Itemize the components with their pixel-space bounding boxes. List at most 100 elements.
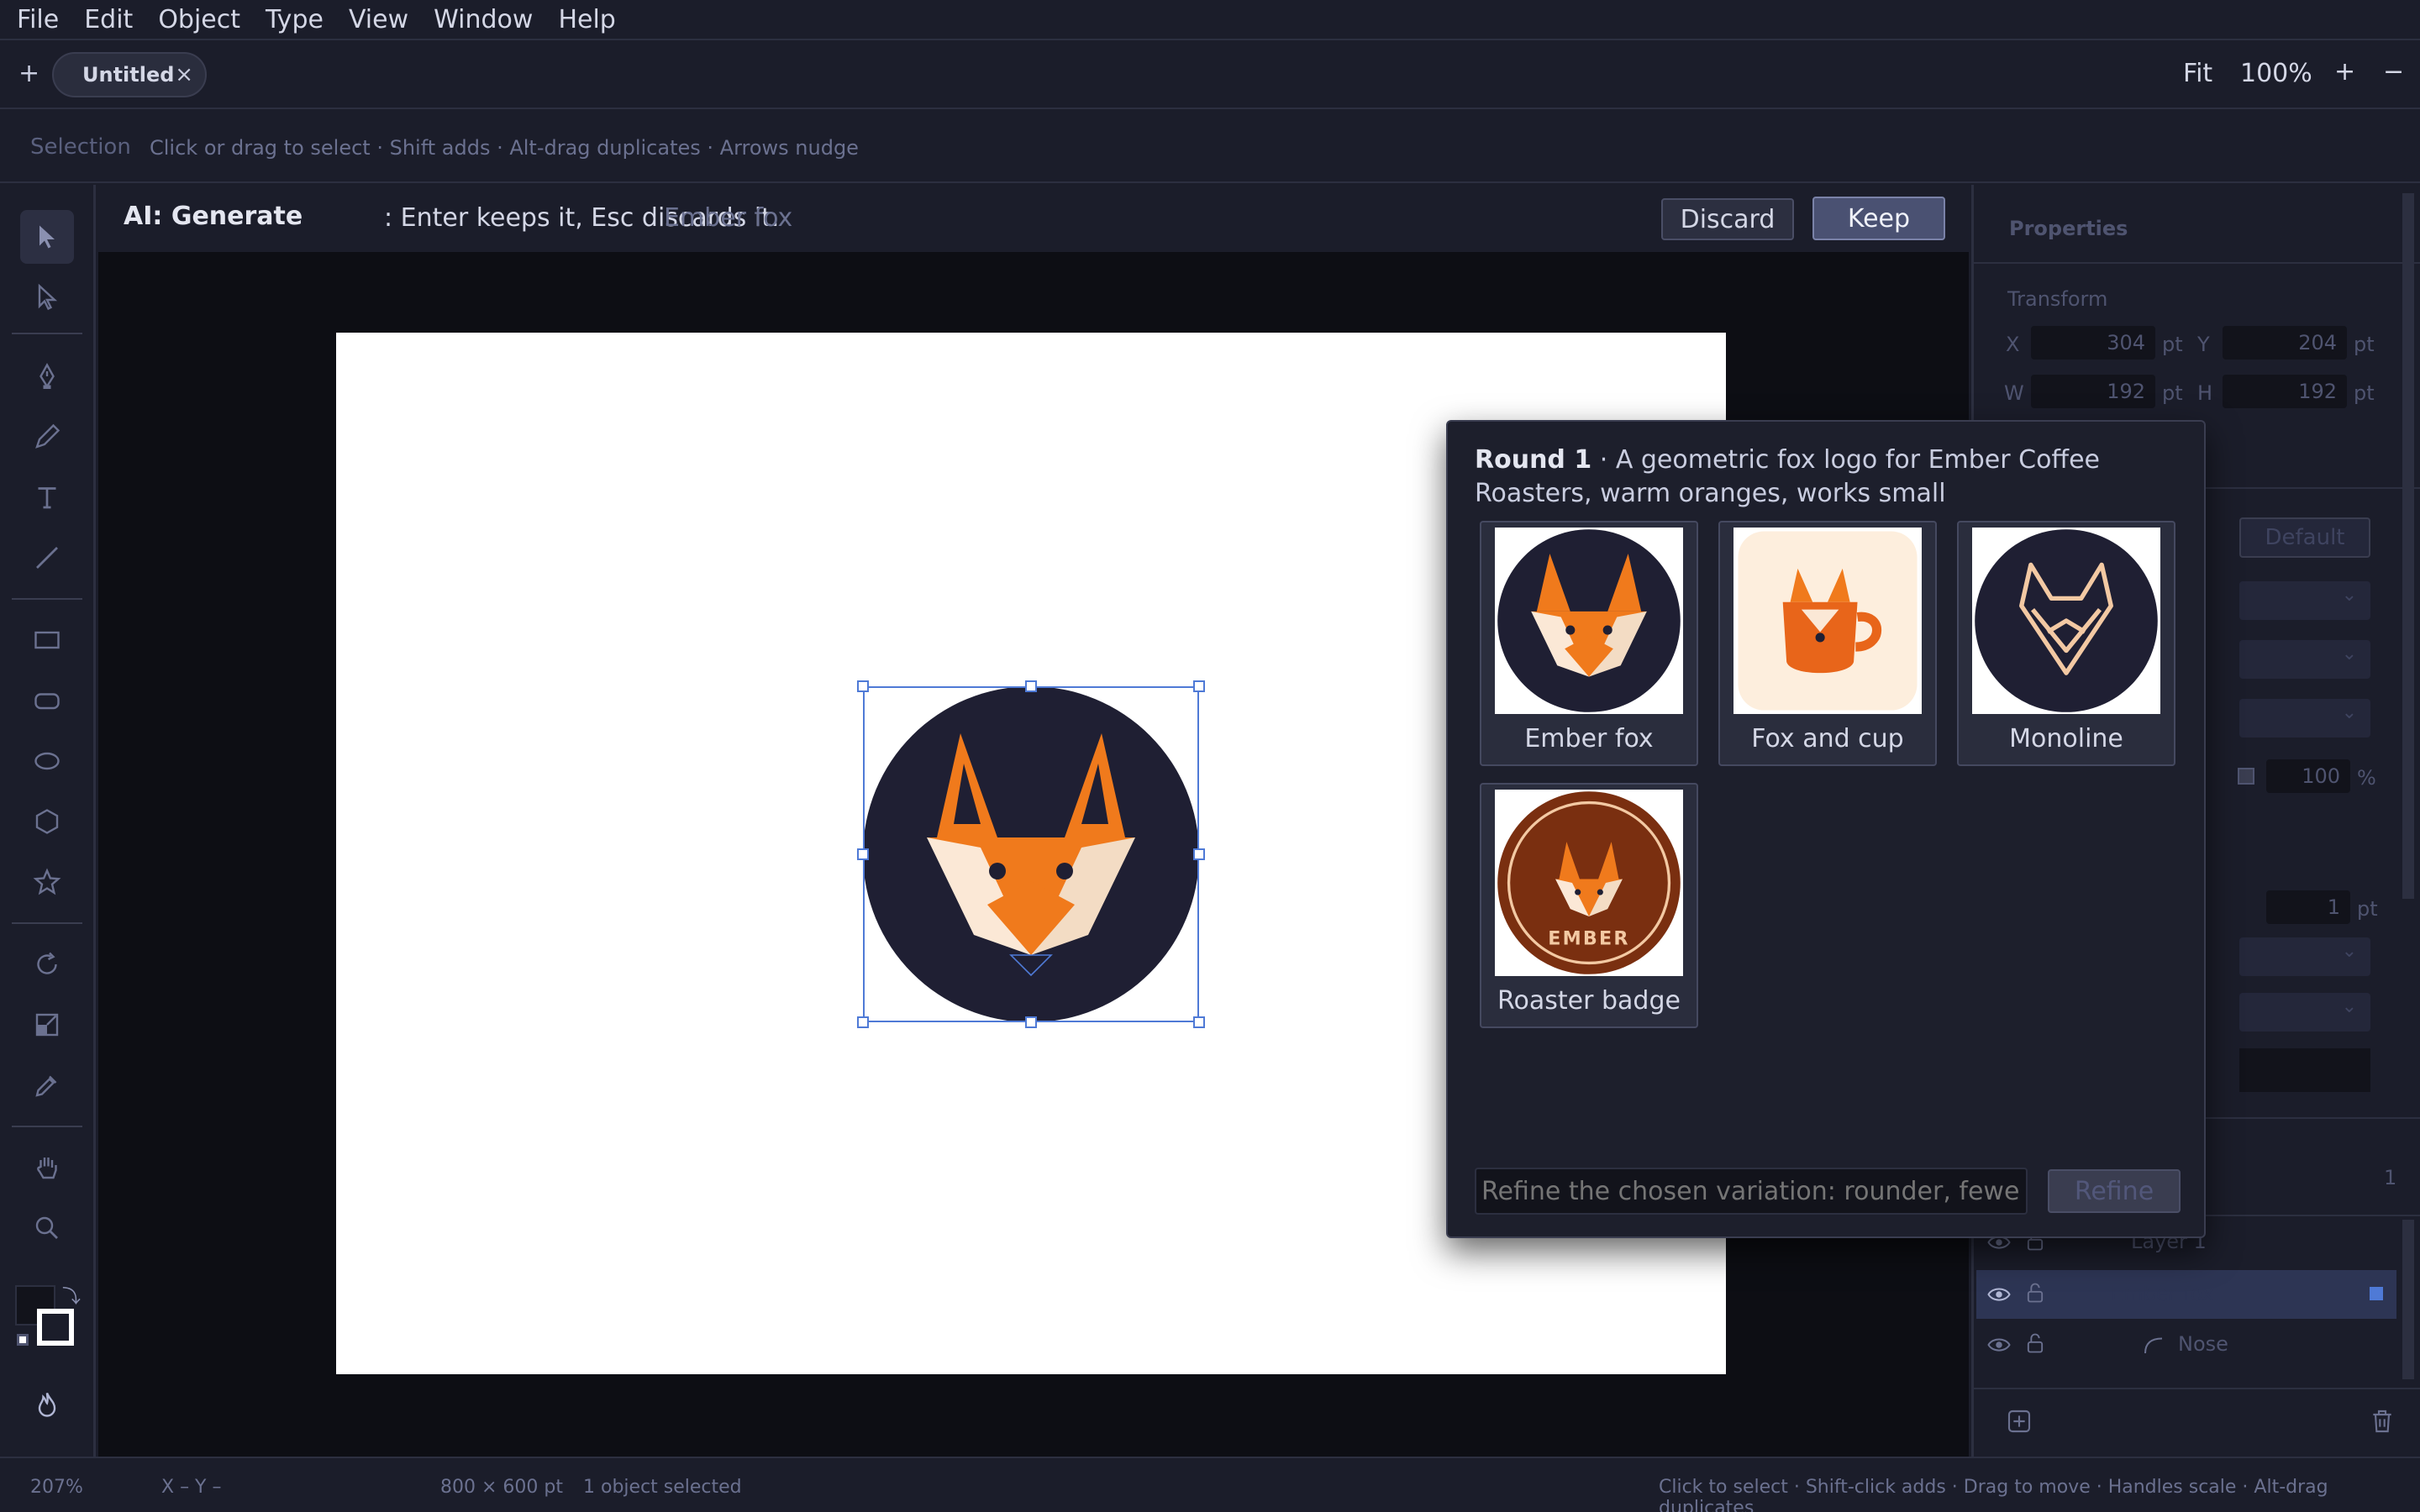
status-help: Click to select · Shift-click adds · Dra… [1659,1477,2328,1512]
variation-label: Fox and cup [1751,724,1904,753]
toolbar-divider [12,922,82,924]
resize-handle-right[interactable] [1193,848,1205,860]
rectangle-icon [34,631,60,649]
y-field[interactable]: 204 [2223,326,2347,360]
tab-untitled[interactable]: Untitled × [52,52,207,97]
trash-icon[interactable] [2369,1408,2396,1435]
properties-scrollbar[interactable] [2402,193,2414,899]
layer-name: Nose [2178,1332,2228,1356]
fox-circle-icon [1495,528,1683,714]
new-tab-button[interactable]: + [18,59,39,88]
type-tool[interactable] [20,470,74,524]
x-unit: pt [2162,333,2183,356]
zoom-in-button[interactable]: + [2334,57,2355,87]
resize-handle-bottom-left[interactable] [857,1016,869,1028]
dash-field[interactable] [2239,1048,2370,1092]
resize-handle-bottom-right[interactable] [1193,1016,1205,1028]
w-field[interactable]: 192 [2031,375,2155,408]
toolbar-divider [12,598,82,600]
rounded-rectangle-tool[interactable] [20,674,74,727]
discard-button[interactable]: Discard [1661,198,1794,240]
menu-edit[interactable]: Edit [84,5,133,34]
default-style-button[interactable]: Default [2239,517,2370,558]
rotate-tool[interactable] [20,937,74,991]
menu-file[interactable]: File [17,5,59,34]
eye-icon[interactable] [1986,1332,2012,1357]
hand-tool[interactable] [20,1141,74,1194]
eye-icon[interactable] [1986,1282,2012,1307]
round-label: Round 1 [1475,445,1592,475]
variation-card-fox-and-cup[interactable]: Fox and cup [1718,521,1937,766]
fill-stroke-swatch[interactable]: ⤵ [15,1282,81,1349]
resize-handle-left[interactable] [857,848,869,860]
opacity-slider-thumb[interactable] [2238,768,2254,785]
fox-badge-icon: EMBER [1495,790,1683,976]
variation-card-monoline[interactable]: Monoline [1957,521,2175,766]
pencil-tool[interactable] [20,410,74,464]
flame-icon [38,1393,56,1417]
direct-selection-tool[interactable] [20,270,74,324]
stroke-join-dropdown[interactable] [2239,993,2370,1032]
rectangle-tool[interactable] [20,613,74,667]
scale-tool[interactable] [20,998,74,1052]
tool-hint-text: Click or drag to select · Shift adds · A… [150,136,859,160]
swap-colors-icon[interactable]: ⤵ [62,1282,81,1309]
add-layer-icon[interactable] [2006,1408,2033,1435]
lock-icon[interactable] [2023,1331,2047,1356]
hand-icon [37,1158,57,1179]
rotate-icon [37,952,57,974]
menu-help[interactable]: Help [558,5,615,34]
close-icon[interactable]: × [175,62,193,87]
path-icon [2144,1337,2163,1354]
zoom-out-button[interactable]: − [2383,57,2404,87]
pen-nib-icon [39,363,55,389]
menu-view[interactable]: View [349,5,408,34]
resize-handle-top[interactable] [1025,680,1037,692]
ellipse-tool[interactable] [20,734,74,788]
zoom-tool[interactable] [20,1201,74,1255]
layers-scrollbar[interactable] [2402,1220,2414,1379]
panel-footer [1974,1388,2420,1457]
resize-handle-top-right[interactable] [1193,680,1205,692]
default-colors-icon[interactable] [17,1334,29,1346]
star-tool[interactable] [20,855,74,909]
selection-bounding-box[interactable] [863,686,1199,1022]
blend-dropdown[interactable] [2239,640,2370,679]
resize-handle-bottom[interactable] [1025,1016,1037,1028]
type-t-icon [38,487,56,509]
lock-icon[interactable] [2023,1280,2047,1305]
zoom-fit-button[interactable]: Fit [2183,59,2212,88]
stroke-swatch[interactable] [37,1309,74,1346]
pen-tool[interactable] [20,349,74,403]
layer-row[interactable]: Ember fox [1976,1270,2396,1319]
layer-row[interactable]: Nose [1976,1320,2396,1369]
x-field[interactable]: 304 [2031,326,2155,360]
polygon-tool[interactable] [20,795,74,848]
zoom-level[interactable]: 100% [2240,59,2312,88]
eyedropper-icon [35,1075,57,1097]
ai-generate-tool[interactable] [20,1378,74,1431]
line-tool[interactable] [20,531,74,585]
status-document-size: 800 × 600 pt [440,1477,563,1498]
style-dropdown[interactable] [2239,581,2370,620]
resize-handle-top-left[interactable] [857,680,869,692]
eyedropper-tool[interactable] [20,1058,74,1112]
opacity-field[interactable]: 100 [2266,759,2350,793]
status-cursor-coords: X – Y – [161,1477,222,1498]
y-unit: pt [2354,333,2375,356]
stroke-cap-dropdown[interactable] [2239,937,2370,976]
refine-input[interactable] [1475,1168,2028,1215]
selection-tool[interactable] [20,210,74,264]
fill-dropdown[interactable] [2239,699,2370,738]
keep-button[interactable]: Keep [1812,197,1945,240]
variation-card-roaster-badge[interactable]: EMBER Roaster badge [1480,783,1698,1028]
menu-window[interactable]: Window [434,5,533,34]
menu-type[interactable]: Type [266,5,324,34]
variation-card-ember-fox[interactable]: Ember fox [1480,521,1698,766]
magnifier-icon [35,1216,58,1239]
menu-object[interactable]: Object [158,5,240,34]
rounded-rectangle-icon [34,693,60,710]
stroke-width-field[interactable]: 1 [2266,890,2350,924]
h-field[interactable]: 192 [2223,375,2347,408]
refine-button[interactable]: Refine [2048,1169,2181,1213]
